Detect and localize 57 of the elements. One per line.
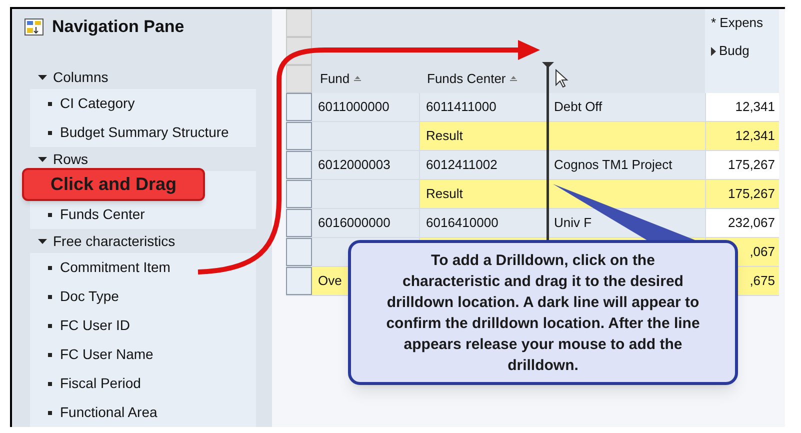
caret-icon[interactable] <box>38 154 47 164</box>
characteristic-item[interactable]: CI Category <box>60 93 135 114</box>
bullet-icon <box>48 212 52 216</box>
mouse-pointer-icon <box>556 68 568 88</box>
column-header[interactable]: Funds Center <box>427 69 506 89</box>
row-selector[interactable] <box>286 238 312 266</box>
bullet-icon <box>48 266 52 270</box>
characteristic-item[interactable]: Fiscal Period <box>60 373 141 394</box>
row-selector[interactable] <box>286 122 312 150</box>
row-selector[interactable] <box>286 209 312 237</box>
characteristic-item[interactable]: Commitment Item <box>60 257 170 278</box>
characteristic-item[interactable]: FC User Name <box>60 344 154 365</box>
bullet-icon <box>48 410 52 414</box>
table-cell: 175,267 <box>705 151 779 179</box>
column-header[interactable]: Fund <box>320 69 350 89</box>
row-selector[interactable] <box>286 267 312 295</box>
row-selector[interactable] <box>286 180 312 208</box>
table-cell: 12,341 <box>705 93 779 121</box>
table-cell: 175,267 <box>705 180 779 208</box>
characteristic-item[interactable]: Functional Area <box>60 402 158 423</box>
table-cell: Result <box>419 122 547 150</box>
characteristic-item[interactable]: Budget Summary Structure <box>60 122 229 143</box>
pane-title: Navigation Pane <box>52 16 184 38</box>
bullet-icon <box>48 324 52 328</box>
sort-icon[interactable] <box>354 76 361 82</box>
sort-icon[interactable] <box>510 76 517 82</box>
bullet-icon <box>48 294 52 298</box>
table-cell: 232,067 <box>705 209 779 237</box>
table-cell: 12,341 <box>705 122 779 150</box>
characteristic-item[interactable]: FC User ID <box>60 315 130 336</box>
row-selector[interactable] <box>286 151 312 179</box>
bullet-icon <box>48 382 52 386</box>
table-cell: 6011411000 <box>419 93 547 121</box>
characteristic-item[interactable]: Funds Center <box>60 204 145 225</box>
column-header[interactable]: Budg <box>719 41 750 61</box>
table-cell: 6012000003 <box>312 151 419 179</box>
caret-icon[interactable] <box>38 236 47 246</box>
expand-icon[interactable] <box>711 46 716 56</box>
table-cell: 6016410000 <box>419 209 547 237</box>
section-header[interactable]: Free characteristics <box>53 230 176 252</box>
table-cell: Result <box>419 180 547 208</box>
bullet-icon <box>48 352 52 356</box>
bullet-icon <box>48 130 52 134</box>
section-header[interactable]: Rows <box>53 148 88 170</box>
column-header: * Expens <box>711 14 764 32</box>
table-cell: 6011000000 <box>312 93 419 121</box>
characteristic-item[interactable]: Doc Type <box>60 286 119 307</box>
row-selector[interactable] <box>286 93 312 121</box>
bullet-icon <box>48 102 52 106</box>
navigation-icon <box>24 18 44 36</box>
table-cell: Cognos TM1 Project <box>547 151 705 179</box>
callout-text: Click and Drag <box>50 173 177 196</box>
caret-icon[interactable] <box>38 72 47 82</box>
table-cell: 6012411002 <box>419 151 547 179</box>
table-cell: Debt Off <box>547 93 705 121</box>
table-cell: 6016000000 <box>312 209 419 237</box>
section-header[interactable]: Columns <box>53 66 108 88</box>
